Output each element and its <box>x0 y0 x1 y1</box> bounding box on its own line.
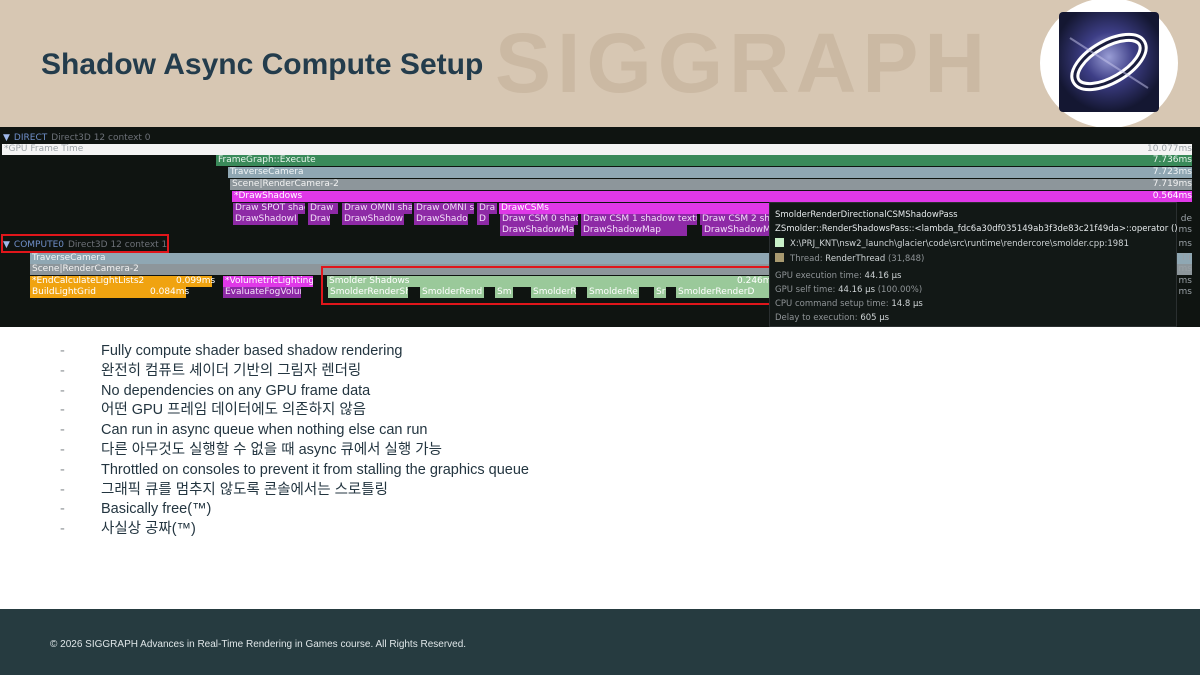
gpu-frame-time-bar[interactable]: *GPU Frame Time <box>2 144 1192 155</box>
draw-shadows-bar[interactable]: *DrawShadows <box>232 191 1192 202</box>
smolder-highlight-box <box>321 266 776 305</box>
list-item: - Can run in async queue when nothing els… <box>60 422 428 439</box>
evaluate-fog-volume-bar[interactable]: EvaluateFogVolur <box>223 287 301 298</box>
right-fragment-7: ms <box>1178 287 1192 297</box>
right-fragment-5: ms <box>1178 264 1192 274</box>
draw-shadowmap-bar-3[interactable]: DrawShadowM <box>702 225 769 236</box>
end-calculate-ms: 0.099ms <box>176 276 216 286</box>
tooltip-stat-gpu-self: GPU self time: 44.16 μs (100.00%) <box>775 285 923 295</box>
draw-omni-shadow-bar[interactable]: Draw OMNI sha <box>342 203 412 214</box>
draw-csm1-bar[interactable]: Draw CSM 1 shadow textu <box>581 214 697 225</box>
right-fragment-3: ms <box>1178 239 1192 249</box>
slide-header: SIGGRAPH Shadow Async Compute Setup <box>0 0 1200 127</box>
draw-csm2-bar[interactable]: Draw CSM 2 sha <box>700 214 769 225</box>
scene-render-camera-bar[interactable]: Scene|RenderCamera-2 <box>230 179 1192 190</box>
draw-small-bar[interactable]: Dra <box>477 203 497 214</box>
framegraph-ms: 7.736ms <box>1152 155 1192 165</box>
tooltip-file: X:\PRJ_KNT\nsw2_launch\glacier\code\src\… <box>790 239 1129 249</box>
draw-omni-shadow-bar-2[interactable]: Draw OMNI s <box>414 203 474 214</box>
tooltip-thread-row: Thread: RenderThread (31,848) <box>775 253 924 265</box>
list-item: - Basically free(™) <box>60 501 212 518</box>
draw-csms-bar[interactable]: DrawCSMs <box>499 203 769 214</box>
draw-shadow-bar-2[interactable]: Draw <box>308 214 330 225</box>
right-fragment-6: ms <box>1178 276 1192 286</box>
draw-shadowmap-bar[interactable]: DrawShadowMa <box>500 225 574 236</box>
list-item: - 완전히 컴퓨트 셰이더 기반의 그림자 렌더링 <box>60 362 362 379</box>
right-fragment-1: de <box>1180 214 1192 224</box>
direct-queue-header[interactable]: ▼ DIRECT Direct3D 12 context 0 <box>3 132 151 144</box>
slide-footer: © 2026 SIGGRAPH Advances in Real-Time Re… <box>0 609 1200 675</box>
gpu-frame-time-ms: 10.077ms <box>1147 144 1192 154</box>
right-fragment-2: ms <box>1178 225 1192 235</box>
compute0-highlight-box <box>1 234 169 253</box>
siggraph-watermark: SIGGRAPH <box>495 16 992 110</box>
list-item: - Throttled on consoles to prevent it fro… <box>60 461 529 478</box>
build-light-grid-ms: 0.084ms <box>150 287 190 297</box>
file-color-swatch-icon <box>775 238 784 247</box>
list-item: - 사실상 공짜(™) <box>60 521 196 538</box>
slide-title: Shadow Async Compute Setup <box>41 48 484 81</box>
list-item: - No dependencies on any GPU frame data <box>60 382 371 399</box>
list-item: - 다른 아무것도 실행할 수 없을 때 async 큐에서 실행 가능 <box>60 441 442 458</box>
draw-shadows-ms: 0.564ms <box>1152 191 1192 201</box>
thread-color-swatch-icon <box>775 253 784 262</box>
scene-render-camera-ms: 7.719ms <box>1152 179 1192 189</box>
tooltip-file-row: X:\PRJ_KNT\nsw2_launch\glacier\code\src\… <box>775 238 1129 250</box>
draw-shadow-bar-4[interactable]: DrawShado <box>414 214 468 225</box>
framegraph-execute-bar[interactable]: FrameGraph::Execute <box>216 155 1192 166</box>
traverse-camera-ms: 7.723ms <box>1152 167 1192 177</box>
list-item: - 어떤 GPU 프레임 데이터에도 의존하지 않음 <box>60 402 367 419</box>
draw-shadow-bar[interactable]: DrawShadowI <box>233 214 298 225</box>
tooltip-thread: RenderThread <box>825 254 886 264</box>
draw-csm0-bar[interactable]: Draw CSM 0 shad <box>500 214 578 225</box>
tooltip-title: SmolderRenderDirectionalCSMShadowPass <box>775 210 958 220</box>
draw-shadowmap-bar-2[interactable]: DrawShadowMap <box>581 225 687 236</box>
tooltip-function: ZSmolder::RenderShadowsPass::<lambda_fdc… <box>775 224 1178 234</box>
tooltip-stat-gpu-exec: GPU execution time: 44.16 μs <box>775 271 902 281</box>
draw-shadow-bar-3[interactable]: DrawShadow <box>342 214 404 225</box>
profiler-tooltip: SmolderRenderDirectionalCSMShadowPass ZS… <box>769 202 1178 327</box>
collapse-arrow-icon[interactable]: ▼ <box>3 133 10 143</box>
volumetric-lighting-bar[interactable]: *VolumetricLighting <box>223 276 313 287</box>
draw-shadow-bar-5[interactable]: D <box>477 214 489 225</box>
list-item: - Fully compute shader based shadow rende… <box>60 343 403 359</box>
traverse-camera-bar[interactable]: TraverseCamera <box>228 167 1192 178</box>
copyright-text: © 2026 SIGGRAPH Advances in Real-Time Re… <box>50 639 467 650</box>
bullet-list: - Fully compute shader based shadow rende… <box>60 342 960 540</box>
right-fragment-4: Tir <box>1180 253 1192 263</box>
gpu-profiler-view: ▼ DIRECT Direct3D 12 context 0 *GPU Frame … <box>0 127 1200 327</box>
siggraph-logo <box>1040 0 1178 127</box>
tooltip-stat-delay: Delay to execution: 605 μs <box>775 313 890 323</box>
draw-spot-shadow-bar[interactable]: Draw SPOT shad <box>233 203 305 214</box>
tooltip-stat-cpu-setup: CPU command setup time: 14.8 μs <box>775 299 923 309</box>
draw-bar[interactable]: Draw <box>308 203 338 214</box>
list-item: - 그래픽 큐를 멈추지 않도록 콘솔에서는 스로틀링 <box>60 481 388 498</box>
